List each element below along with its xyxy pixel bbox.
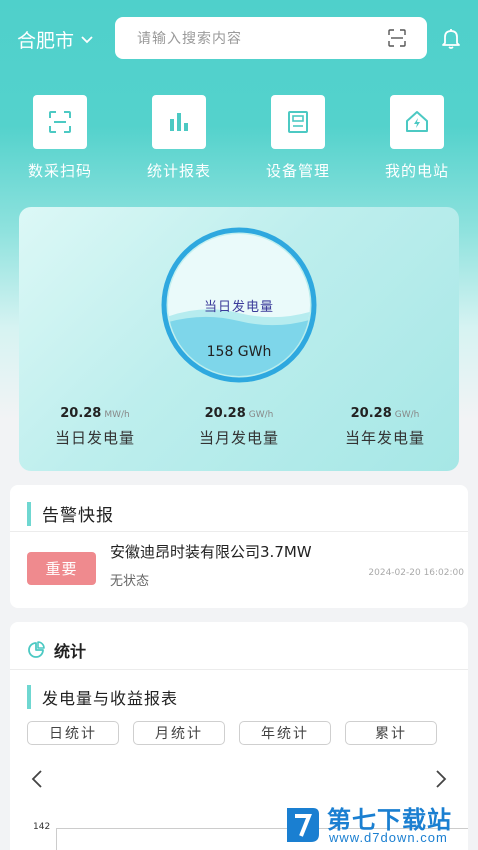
chevron-right-icon[interactable]: [434, 769, 448, 789]
quick-action-station[interactable]: 我的电站: [385, 95, 448, 180]
stat-value: 20.28: [350, 406, 392, 421]
y-axis-tick: 142: [33, 822, 51, 832]
station-home-icon: [406, 111, 428, 132]
alarm-level-badge: 重要: [27, 552, 96, 585]
alarm-section-title: 告警快报: [27, 501, 114, 526]
report-section-title: 发电量与收益报表: [27, 685, 178, 709]
tab-daily[interactable]: 日统计: [27, 721, 119, 745]
title-accent-bar: [27, 501, 31, 526]
watermark: 第七下载站 www.d7down.com: [283, 800, 478, 850]
bell-icon[interactable]: [440, 27, 462, 49]
quick-action-box: [271, 95, 325, 149]
city-label: 合肥市: [17, 30, 75, 52]
quick-action-box: [390, 95, 444, 149]
city-selector[interactable]: 合肥市: [17, 26, 94, 53]
stat-monthly: 20.28 GW/h 当月发电量: [179, 402, 299, 448]
quick-action-scan[interactable]: 数采扫码: [28, 95, 91, 180]
tab-yearly[interactable]: 年统计: [239, 721, 331, 745]
alarm-title: 告警快报: [42, 506, 114, 526]
stat-daily: 20.28 MW/h 当日发电量: [35, 402, 155, 448]
search-placeholder: 请输入搜索内容: [137, 31, 242, 47]
stat-value: 20.28: [204, 406, 246, 421]
statistics-header: 统计: [27, 638, 86, 662]
power-generation-card: 当日发电量 158 GWh 20.28 MW/h 当日发电量 20.28 GW/h …: [19, 207, 459, 471]
divider: [10, 531, 468, 532]
watermark-url: www.d7down.com: [329, 830, 448, 845]
stat-unit: MW/h: [104, 410, 130, 420]
tab-monthly[interactable]: 月统计: [133, 721, 225, 745]
top-bar: 合肥市 请输入搜索内容: [0, 0, 478, 78]
stat-label: 当日发电量: [54, 429, 135, 447]
quick-action-label: 统计报表: [146, 162, 212, 180]
quick-action-device[interactable]: 设备管理: [266, 95, 329, 180]
alarm-company[interactable]: 安徽迪昂时装有限公司3.7MW: [110, 541, 312, 562]
tab-cumulative[interactable]: 累计: [345, 721, 437, 745]
quick-action-label: 数采扫码: [27, 162, 93, 180]
alarm-status: 无状态: [110, 574, 150, 589]
stat-value: 20.28: [60, 406, 102, 421]
bar-chart-icon: [170, 113, 188, 131]
pie-chart-icon: [28, 641, 45, 658]
search-input[interactable]: 请输入搜索内容: [115, 17, 427, 59]
title-accent-bar: [27, 685, 31, 709]
device-icon: [288, 111, 308, 133]
stat-label: 当年发电量: [344, 429, 425, 447]
chevron-down-icon: [81, 35, 93, 43]
watermark-logo-icon: [287, 808, 319, 842]
gauge-value: 158 GWh: [206, 344, 272, 360]
report-title: 发电量与收益报表: [42, 689, 179, 708]
stat-unit: GW/h: [394, 410, 420, 420]
scan-icon: [49, 111, 71, 133]
statistics-title: 统计: [54, 642, 87, 661]
alarm-time: 2024-02-20 16:02:00: [368, 568, 464, 578]
alarm-card: 告警快报 重要 安徽迪昂时装有限公司3.7MW 无状态 2024-02-20 1…: [10, 485, 468, 608]
gauge-title: 当日发电量: [203, 300, 274, 315]
quick-action-label: 我的电站: [384, 162, 450, 180]
stat-yearly: 20.28 GW/h 当年发电量: [325, 402, 445, 448]
statistics-tabs: 日统计 月统计 年统计 累计: [27, 721, 437, 745]
quick-action-report[interactable]: 统计报表: [147, 95, 210, 180]
divider: [10, 669, 468, 670]
quick-action-box: [152, 95, 206, 149]
quick-action-label: 设备管理: [265, 162, 331, 180]
stat-unit: GW/h: [248, 410, 274, 420]
quick-action-box: [33, 95, 87, 149]
stat-label: 当月发电量: [198, 429, 279, 447]
scan-icon[interactable]: [387, 28, 407, 48]
chevron-left-icon[interactable]: [30, 769, 44, 789]
